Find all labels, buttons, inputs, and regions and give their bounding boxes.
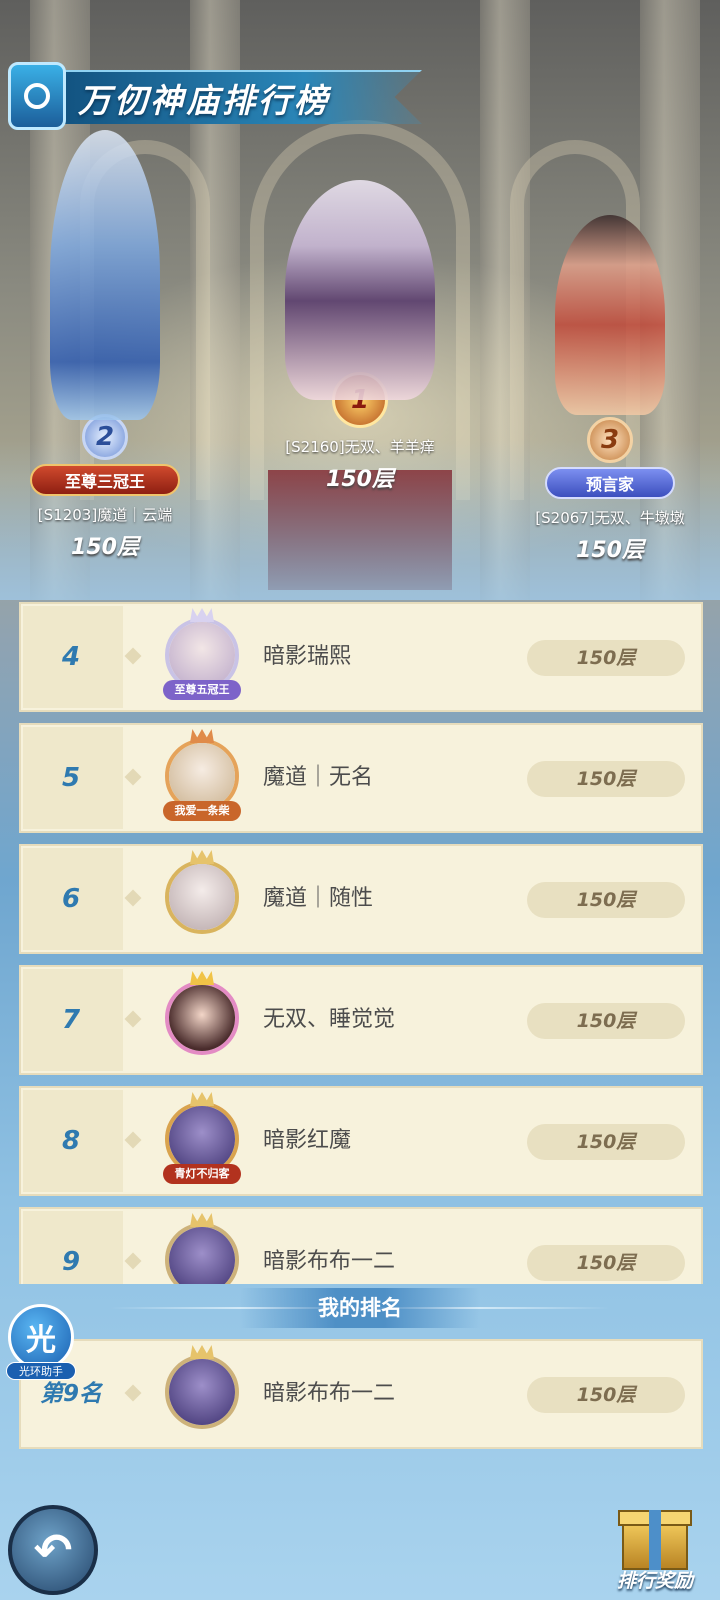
title-badge-second: 至尊三冠王 — [30, 464, 180, 496]
avatar-title-plate: 青灯不归客 — [163, 1164, 241, 1184]
ranking-list[interactable]: 4 至尊五冠王 暗影瑞熙 150层 5 我爱一条柴 魔道｜无名 150层 6 魔… — [19, 602, 703, 1284]
back-arrow-icon: ↶ — [33, 1523, 73, 1577]
champion-name-third: [S2067]无双、牛墩墩 — [535, 509, 685, 527]
ranking-row[interactable]: 7 无双、睡觉觉 150层 — [19, 965, 703, 1075]
rank-number: 8 — [61, 1126, 81, 1156]
ranking-row[interactable]: 4 至尊五冠王 暗影瑞熙 150层 — [19, 602, 703, 712]
my-rank-heading: 我的排名 — [318, 1296, 402, 1320]
player-name: 暗影布布一二 — [263, 1249, 396, 1274]
back-button[interactable]: ↶ — [8, 1505, 98, 1595]
rank-number: 5 — [61, 763, 81, 793]
player-avatar[interactable]: 至尊五冠王 — [157, 608, 247, 702]
ranking-row[interactable]: 9 暗影布布一二 150层 — [19, 1207, 703, 1284]
player-name: 魔道｜无名 — [263, 765, 374, 790]
ranking-reward-button[interactable]: 排行奖励 — [600, 1500, 710, 1600]
champion-figure-third — [555, 215, 665, 415]
helper-label: 光环助手 — [6, 1362, 76, 1380]
podium-first[interactable]: 1 [S2160]无双、羊羊痒 150层 — [265, 180, 455, 493]
floor-count: 150层 — [527, 882, 685, 918]
rank-number: 4 — [61, 642, 81, 672]
player-avatar[interactable] — [157, 971, 247, 1065]
player-avatar[interactable]: 青灯不归客 — [157, 1092, 247, 1186]
floor-count: 150层 — [527, 761, 685, 797]
champion-figure-second — [50, 130, 160, 420]
gift-box-icon — [618, 1500, 692, 1570]
temple-emblem-icon — [8, 62, 66, 130]
title-banner: 万仞神庙排行榜 — [0, 62, 430, 134]
page-title: 万仞神庙排行榜 — [78, 81, 330, 120]
halo-helper-button[interactable]: 光 光环助手 — [2, 1302, 80, 1380]
my-rank-row[interactable]: 第9名 暗影布布一二 150层 — [19, 1339, 703, 1449]
player-avatar[interactable] — [157, 1213, 247, 1284]
floor-count: 150层 — [527, 1124, 685, 1160]
ranking-row[interactable]: 5 我爱一条柴 魔道｜无名 150层 — [19, 723, 703, 833]
my-avatar[interactable] — [157, 1345, 247, 1439]
floor-count: 150层 — [527, 1245, 685, 1281]
rank-number: 6 — [61, 884, 81, 914]
ranking-row[interactable]: 6 魔道｜随性 150层 — [19, 844, 703, 954]
podium-third[interactable]: 3 预言家 [S2067]无双、牛墩墩 150层 — [520, 215, 700, 564]
ranking-reward-label: 排行奖励 — [616, 1570, 693, 1592]
title-badge-third: 预言家 — [545, 467, 675, 499]
ranking-row[interactable]: 8 青灯不归客 暗影红魔 150层 — [19, 1086, 703, 1196]
player-name: 暗影瑞熙 — [263, 644, 352, 669]
rank-number: 7 — [61, 1005, 81, 1035]
my-rank-header: 我的排名 — [0, 1288, 720, 1328]
champion-floor-third: 150层 — [576, 538, 644, 563]
champion-name-first: [S2160]无双、羊羊痒 — [285, 438, 435, 456]
helper-icon: 光 — [8, 1304, 74, 1370]
rank-3-medal-icon: 3 — [587, 417, 633, 463]
player-name: 无双、睡觉觉 — [263, 1007, 396, 1032]
floor-count: 150层 — [527, 1003, 685, 1039]
player-avatar[interactable]: 我爱一条柴 — [157, 729, 247, 823]
champion-floor-second: 150层 — [71, 535, 139, 560]
avatar-title-plate: 至尊五冠王 — [163, 680, 241, 700]
champion-name-second: [S1203]魔道｜云端 — [37, 506, 173, 524]
floor-count: 150层 — [527, 640, 685, 676]
podium-second[interactable]: 2 至尊三冠王 [S1203]魔道｜云端 150层 — [20, 130, 190, 561]
my-player-name: 暗影布布一二 — [263, 1381, 396, 1406]
my-floor-count: 150层 — [527, 1377, 685, 1413]
rank-2-medal-icon: 2 — [82, 414, 128, 460]
rank-number: 9 — [61, 1247, 81, 1277]
champion-floor-first: 150层 — [326, 467, 394, 492]
player-avatar[interactable] — [157, 850, 247, 944]
champion-figure-first — [285, 180, 435, 400]
player-name: 魔道｜随性 — [263, 886, 374, 911]
player-name: 暗影红魔 — [263, 1128, 352, 1153]
avatar-title-plate: 我爱一条柴 — [163, 801, 241, 821]
